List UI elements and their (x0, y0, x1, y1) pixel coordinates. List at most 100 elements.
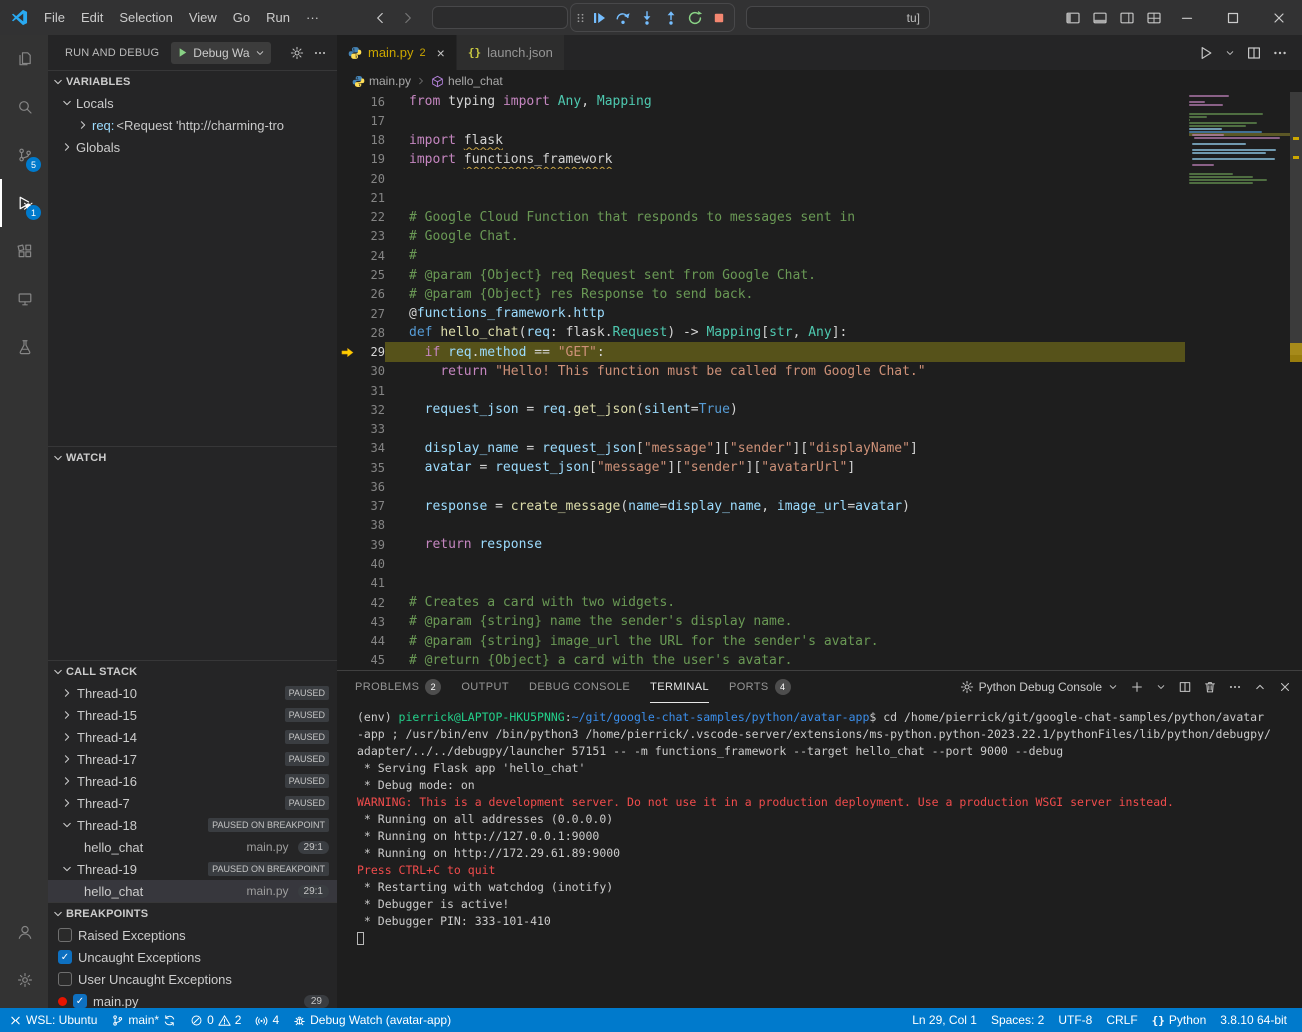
code-line-31[interactable]: 31 (337, 381, 1302, 400)
breakpoint-uncaught-exceptions[interactable]: ✓Uncaught Exceptions (48, 946, 337, 968)
code-line-16[interactable]: 16from typing import Any, Mapping (337, 92, 1302, 111)
variables-section-header[interactable]: VARIABLES (48, 70, 337, 92)
stop-button[interactable] (707, 6, 731, 30)
cursor-position[interactable]: Ln 29, Col 1 (905, 1008, 984, 1032)
panel-tab-debug-console[interactable]: DEBUG CONSOLE (529, 671, 630, 703)
activity-accounts[interactable] (0, 908, 48, 956)
gutter-breakpoint-zone[interactable] (337, 554, 357, 573)
scrollbar-thumb[interactable] (1290, 92, 1302, 355)
debug-config-select[interactable]: Debug Wa (193, 46, 249, 60)
code-line-21[interactable]: 21 (337, 188, 1302, 207)
gutter-breakpoint-zone[interactable] (337, 285, 357, 304)
checkbox[interactable] (58, 972, 72, 986)
step-over-button[interactable] (611, 6, 635, 30)
split-terminal-icon[interactable] (1178, 680, 1192, 694)
debug-launch-controls[interactable]: Debug Wa (171, 42, 270, 64)
gutter-breakpoint-zone[interactable] (337, 439, 357, 458)
editor-more-actions-icon[interactable] (1272, 45, 1288, 61)
gutter-breakpoint-zone[interactable] (337, 593, 357, 612)
thread-thread-16[interactable]: Thread-16PAUSED (48, 770, 337, 792)
gutter-breakpoint-zone[interactable] (337, 342, 357, 361)
code-line-20[interactable]: 20 (337, 169, 1302, 188)
code-line-44[interactable]: 44# @param {string} image_url the URL fo… (337, 631, 1302, 650)
panel-tab-ports[interactable]: PORTS4 (729, 671, 791, 703)
code-line-37[interactable]: 37 response = create_message(name=displa… (337, 497, 1302, 516)
thread-thread-17[interactable]: Thread-17PAUSED (48, 748, 337, 770)
thread-thread-14[interactable]: Thread-14PAUSED (48, 726, 337, 748)
code-line-29[interactable]: 29 if req.method == "GET": (337, 342, 1302, 361)
code-line-35[interactable]: 35 avatar = request_json["message"]["sen… (337, 458, 1302, 477)
debug-session[interactable]: Debug Watch (avatar-app) (286, 1008, 458, 1032)
breakpoint-user-uncaught-exceptions[interactable]: User Uncaught Exceptions (48, 968, 337, 990)
gutter-breakpoint-zone[interactable] (337, 381, 357, 400)
panel-tab-problems[interactable]: PROBLEMS2 (355, 671, 441, 703)
code-line-39[interactable]: 39 return response (337, 535, 1302, 554)
gutter-breakpoint-zone[interactable] (337, 304, 357, 323)
panel-tab-terminal[interactable]: TERMINAL (650, 671, 709, 703)
code-line-41[interactable]: 41 (337, 574, 1302, 593)
indentation[interactable]: Spaces: 2 (984, 1008, 1051, 1032)
code-line-38[interactable]: 38 (337, 516, 1302, 535)
code-line-33[interactable]: 33 (337, 420, 1302, 439)
breakpoint-main-py[interactable]: ✓main.py29 (48, 990, 337, 1008)
forwarded-ports[interactable]: 4 (248, 1008, 286, 1032)
gutter-breakpoint-zone[interactable] (337, 535, 357, 554)
call-stack-section-header[interactable]: CALL STACK (48, 660, 337, 682)
git-branch[interactable]: main* (104, 1008, 183, 1032)
code-line-23[interactable]: 23# Google Chat. (337, 227, 1302, 246)
variables-globals-row[interactable]: Globals (48, 136, 337, 158)
code-line-45[interactable]: 45# @return {Object} a card with the use… (337, 651, 1302, 670)
gutter-breakpoint-zone[interactable] (337, 92, 357, 111)
activity-explorer[interactable] (0, 35, 48, 83)
code-line-25[interactable]: 25# @param {Object} req Request sent fro… (337, 265, 1302, 284)
activity-extensions[interactable] (0, 227, 48, 275)
encoding[interactable]: UTF-8 (1051, 1008, 1099, 1032)
code-editor[interactable]: 16from typing import Any, Mapping1718imp… (337, 92, 1302, 670)
menu-selection[interactable]: Selection (111, 7, 180, 28)
thread-thread-18[interactable]: Thread-18PAUSED ON BREAKPOINT (48, 814, 337, 836)
activity-manage[interactable] (0, 956, 48, 1004)
language-mode[interactable]: {}Python (1145, 1008, 1214, 1032)
gutter-breakpoint-zone[interactable] (337, 265, 357, 284)
menu-run[interactable]: Run (258, 7, 298, 28)
customize-layout-icon[interactable] (1146, 10, 1162, 26)
code-line-22[interactable]: 22# Google Cloud Function that responds … (337, 208, 1302, 227)
activity-remote-explorer[interactable] (0, 275, 48, 323)
panel-tab-output[interactable]: OUTPUT (461, 671, 509, 703)
minimize-icon[interactable] (1179, 10, 1195, 26)
gutter-breakpoint-zone[interactable] (337, 497, 357, 516)
gutter-breakpoint-zone[interactable] (337, 323, 357, 342)
problems[interactable]: 02 (183, 1008, 248, 1032)
code-line-40[interactable]: 40 (337, 554, 1302, 573)
menu-edit[interactable]: Edit (73, 7, 111, 28)
breakpoints-section-header[interactable]: BREAKPOINTS (48, 902, 337, 924)
remote-indicator[interactable]: WSL: Ubuntu (2, 1008, 104, 1032)
step-into-button[interactable] (635, 6, 659, 30)
toggle-primary-sidebar-icon[interactable] (1065, 10, 1081, 26)
gutter-breakpoint-zone[interactable] (337, 420, 357, 439)
menu-go[interactable]: Go (225, 7, 258, 28)
kill-terminal-icon[interactable] (1203, 680, 1217, 694)
tab-launch-json[interactable]: {}launch.json (457, 35, 565, 70)
drag-handle-icon[interactable] (574, 10, 587, 26)
start-debugging-icon[interactable] (176, 46, 189, 59)
code-line-34[interactable]: 34 display_name = request_json["message"… (337, 439, 1302, 458)
tab-main-py[interactable]: main.py2× (337, 35, 457, 70)
activity-run-and-debug[interactable]: 1 (0, 179, 48, 227)
menu-more[interactable]: ··· (298, 7, 327, 28)
gutter-breakpoint-zone[interactable] (337, 651, 357, 670)
split-editor-icon[interactable] (1246, 45, 1262, 61)
variable-req-row[interactable]: req: <Request 'http://charming-tro (48, 114, 337, 136)
breakpoint-raised-exceptions[interactable]: Raised Exceptions (48, 924, 337, 946)
gutter-breakpoint-zone[interactable] (337, 246, 357, 265)
code-line-28[interactable]: 28def hello_chat(req: flask.Request) -> … (337, 323, 1302, 342)
eol[interactable]: CRLF (1099, 1008, 1144, 1032)
stack-frame-hello-chat[interactable]: hello_chatmain.py29:1 (48, 880, 337, 902)
maximize-panel-icon[interactable] (1253, 680, 1267, 694)
code-line-19[interactable]: 19import functions_framework (337, 150, 1302, 169)
gutter-breakpoint-zone[interactable] (337, 458, 357, 477)
code-line-36[interactable]: 36 (337, 477, 1302, 496)
breadcrumb-symbol[interactable]: hello_chat (448, 74, 503, 88)
gutter-breakpoint-zone[interactable] (337, 169, 357, 188)
run-python-file-icon[interactable] (1198, 45, 1214, 61)
